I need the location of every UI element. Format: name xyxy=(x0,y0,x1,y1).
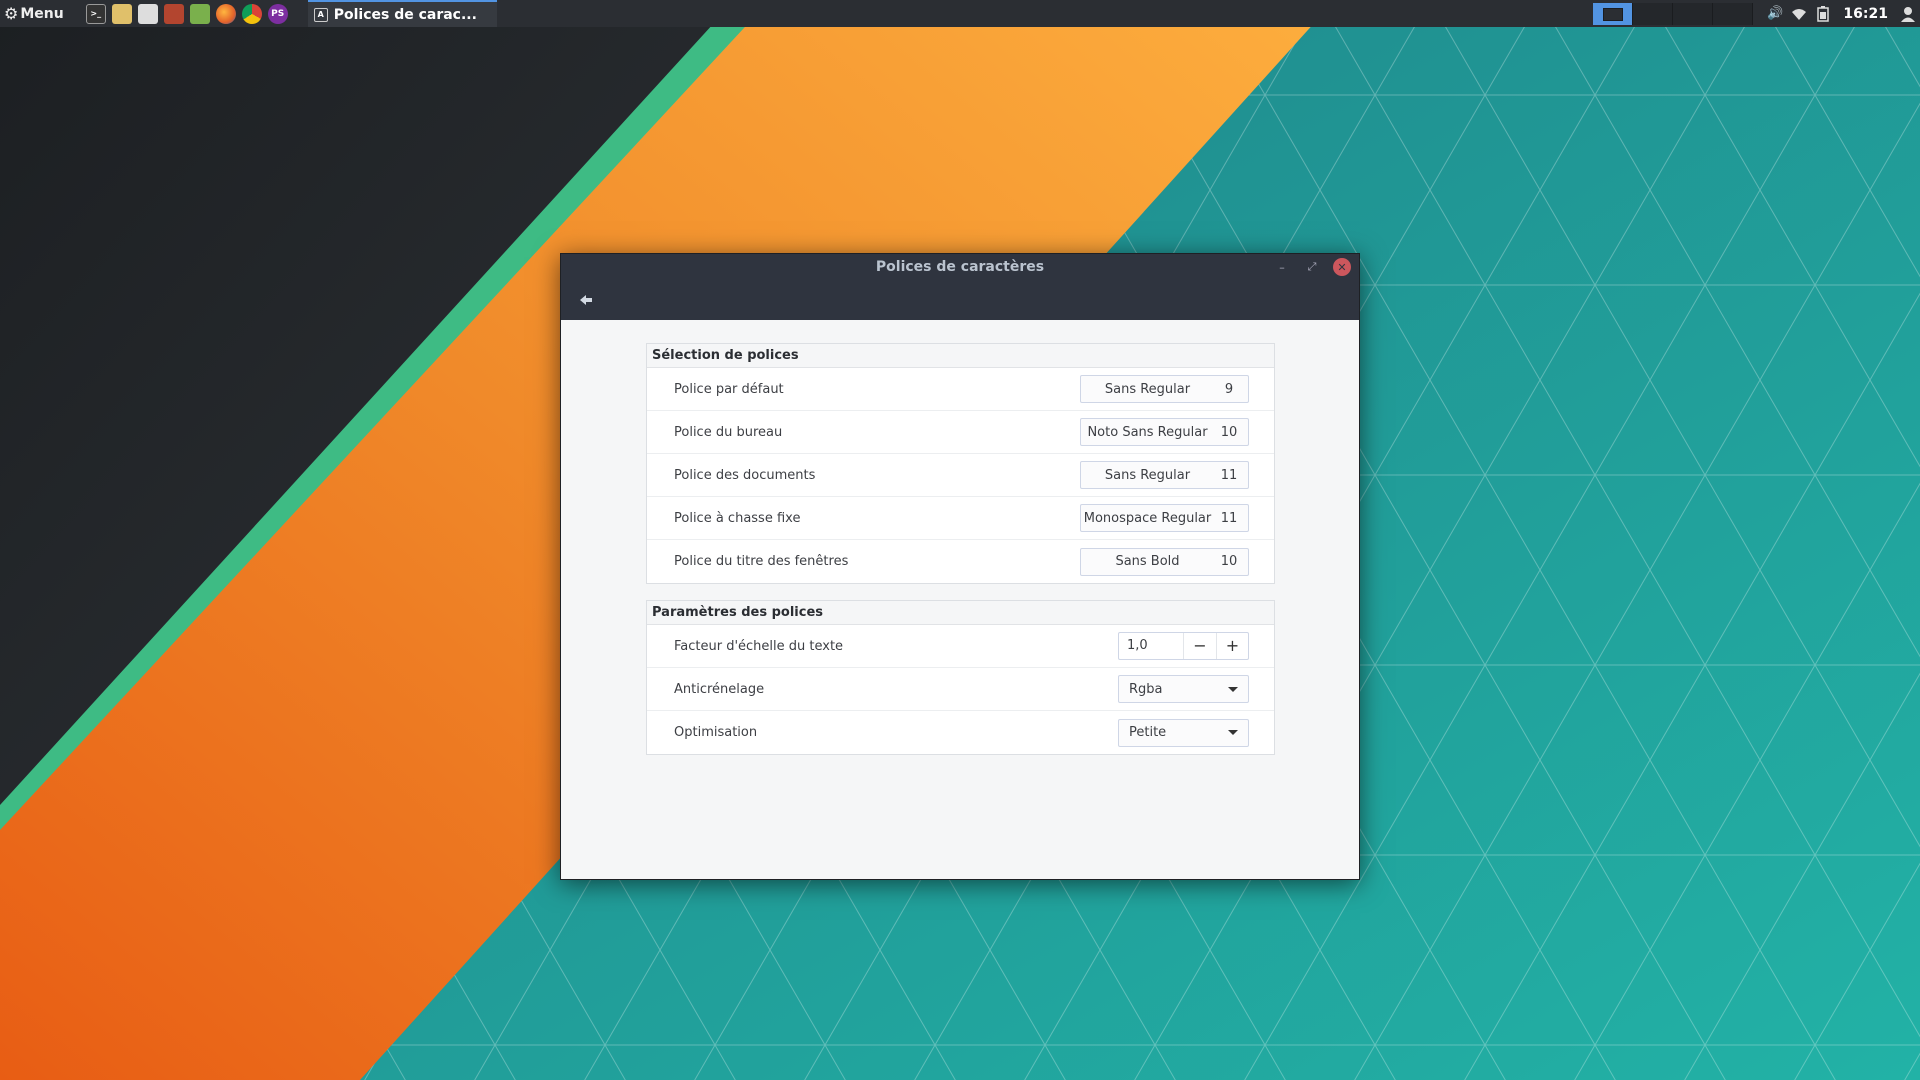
menu-button[interactable]: ⚙ Menu xyxy=(0,0,70,27)
launcher-bar: >_ PS xyxy=(85,3,288,24)
list-item: Police à chasse fixe Monospace Regular 1… xyxy=(647,497,1274,540)
row-label: Police du bureau xyxy=(674,424,783,440)
font-size: 10 xyxy=(1220,424,1238,440)
battery-icon[interactable] xyxy=(1813,4,1833,24)
chrome-launcher-icon[interactable] xyxy=(241,3,262,24)
list-item: Police du bureau Noto Sans Regular 10 xyxy=(647,411,1274,454)
text-scale-stepper: 1,0 − + xyxy=(1118,632,1249,660)
volume-icon[interactable]: 🔊 xyxy=(1765,4,1785,24)
desktop-font-button[interactable]: Noto Sans Regular 10 xyxy=(1080,418,1249,446)
section-heading: Paramètres des polices xyxy=(647,601,1274,625)
font-size: 11 xyxy=(1220,467,1238,483)
files-launcher-icon[interactable] xyxy=(111,3,132,24)
font-name: Monospace Regular xyxy=(1083,510,1212,526)
list-item: Police des documents Sans Regular 11 xyxy=(647,454,1274,497)
window-titlebar[interactable]: Polices de caractères – ⤢ ✕ xyxy=(561,254,1359,320)
list-item: Police du titre des fenêtres Sans Bold 1… xyxy=(647,540,1274,583)
taskbar-window-button[interactable]: A Polices de carac... xyxy=(307,0,497,27)
window-app-icon: A xyxy=(313,7,328,22)
row-label: Police par défaut xyxy=(674,381,784,397)
row-label: Police des documents xyxy=(674,467,816,483)
ps-launcher-icon[interactable]: PS xyxy=(267,3,288,24)
font-size: 9 xyxy=(1224,381,1234,397)
decrement-button[interactable]: − xyxy=(1184,633,1216,659)
workspace-1[interactable] xyxy=(1593,2,1634,25)
wifi-icon[interactable] xyxy=(1789,4,1809,24)
row-label: Optimisation xyxy=(674,725,758,740)
list-item: Anticrénelage Rgba xyxy=(647,668,1274,711)
list-item: Facteur d'échelle du texte 1,0 − + xyxy=(647,625,1274,668)
close-icon[interactable]: ✕ xyxy=(1333,258,1351,276)
font-selection-section: Sélection de polices Police par défaut S… xyxy=(646,343,1275,584)
list-item: Optimisation Petite xyxy=(647,711,1274,754)
terminal-launcher-icon[interactable]: >_ xyxy=(85,3,106,24)
archive-launcher-icon[interactable] xyxy=(163,3,184,24)
font-settings-section: Paramètres des polices Facteur d'échelle… xyxy=(646,600,1275,755)
row-label: Facteur d'échelle du texte xyxy=(674,638,844,654)
software-launcher-icon[interactable] xyxy=(189,3,210,24)
panel-tray: 🔊 16:21 xyxy=(1593,0,1920,27)
calculator-launcher-icon[interactable] xyxy=(137,3,158,24)
text-scale-input[interactable]: 1,0 xyxy=(1119,633,1184,659)
select-value: Petite xyxy=(1129,725,1167,740)
taskbar-window-title: Polices de carac... xyxy=(333,6,477,23)
section-heading: Sélection de polices xyxy=(647,344,1274,368)
settings-content: Sélection de polices Police par défaut S… xyxy=(646,343,1275,771)
menu-label: Menu xyxy=(20,5,64,22)
font-size: 10 xyxy=(1220,554,1238,569)
row-label: Police à chasse fixe xyxy=(674,510,801,526)
select-value: Rgba xyxy=(1129,681,1163,697)
top-panel: ⚙ Menu >_ PS A Polices de carac... 🔊 16:… xyxy=(0,0,1920,27)
firefox-launcher-icon[interactable] xyxy=(215,3,236,24)
row-label: Police du titre des fenêtres xyxy=(674,554,849,569)
font-name: Sans Regular xyxy=(1104,467,1191,483)
document-font-button[interactable]: Sans Regular 11 xyxy=(1080,461,1249,489)
list-item: Police par défaut Sans Regular 9 xyxy=(647,368,1274,411)
monospace-font-button[interactable]: Monospace Regular 11 xyxy=(1080,504,1249,532)
chevron-down-icon xyxy=(1228,730,1238,735)
clock[interactable]: 16:21 xyxy=(1843,6,1888,22)
font-name: Sans Bold xyxy=(1115,554,1180,569)
workspace-3[interactable] xyxy=(1673,2,1714,25)
maximize-icon[interactable]: ⤢ xyxy=(1303,258,1321,276)
minimize-icon[interactable]: – xyxy=(1273,258,1291,276)
workspace-4[interactable] xyxy=(1713,2,1754,25)
fonts-window: Polices de caractères – ⤢ ✕ Sélection de… xyxy=(560,253,1360,880)
increment-button[interactable]: + xyxy=(1216,633,1248,659)
window-title-font-button[interactable]: Sans Bold 10 xyxy=(1080,547,1249,576)
font-name: Sans Regular xyxy=(1104,381,1191,397)
user-icon[interactable] xyxy=(1898,4,1918,24)
gear-icon: ⚙ xyxy=(4,4,19,23)
back-arrow-icon[interactable] xyxy=(575,289,597,311)
antialiasing-select[interactable]: Rgba xyxy=(1118,675,1249,703)
row-label: Anticrénelage xyxy=(674,681,765,697)
workspace-switcher xyxy=(1593,2,1754,25)
workspace-2[interactable] xyxy=(1633,2,1674,25)
hinting-select[interactable]: Petite xyxy=(1118,718,1249,747)
chevron-down-icon xyxy=(1228,686,1238,692)
font-name: Noto Sans Regular xyxy=(1087,424,1208,440)
default-font-button[interactable]: Sans Regular 9 xyxy=(1080,375,1249,403)
window-title: Polices de caractères xyxy=(875,259,1045,275)
font-size: 11 xyxy=(1220,510,1238,526)
